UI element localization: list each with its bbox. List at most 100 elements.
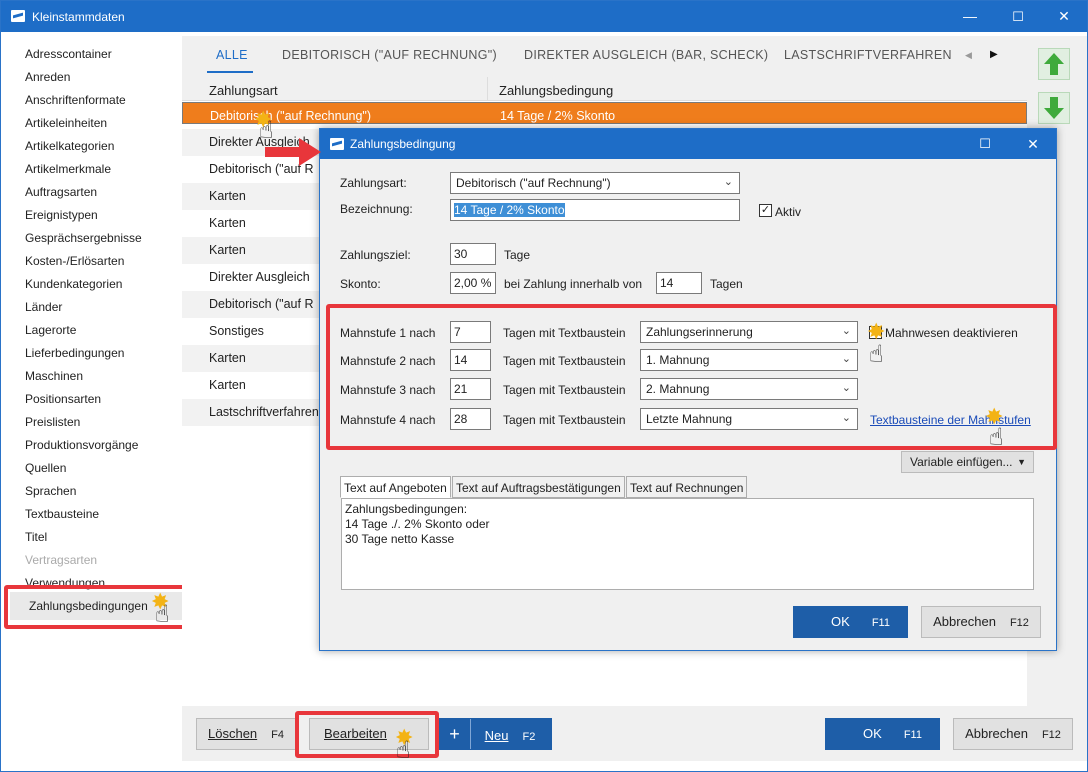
tab-text-angebote[interactable]: Text auf Angeboten: [340, 476, 451, 498]
sidebar-item[interactable]: Quellen: [25, 461, 66, 475]
sidebar-item[interactable]: Gesprächsergebnisse: [25, 231, 142, 245]
tab-scroll-left-icon[interactable]: ◀: [965, 50, 972, 61]
down-arrow-icon: [1044, 97, 1064, 119]
grid-header: Zahlungsart Zahlungsbedingung: [182, 77, 1027, 101]
ok-label: OK: [863, 726, 882, 741]
cancel-label: Abbrechen: [965, 726, 1028, 741]
zahlungsart-value: Debitorisch ("auf Rechnung"): [456, 176, 611, 190]
skonto-label: Skonto:: [340, 277, 381, 291]
up-arrow-icon: [1044, 53, 1064, 75]
tab-alle[interactable]: ALLE: [216, 48, 248, 62]
dialog-icon: [330, 138, 344, 150]
ok-button[interactable]: OK F11: [825, 718, 940, 750]
column-divider: [487, 77, 488, 101]
click-sparkle-icon: ✸: [867, 319, 886, 344]
tab-scroll-right-icon[interactable]: ▶: [990, 49, 998, 60]
cancel-button[interactable]: Abbrechen F12: [953, 718, 1073, 750]
bezeichnung-input[interactable]: 14 Tage / 2% Skonto: [450, 199, 740, 221]
sidebar-item[interactable]: Kundenkategorien: [25, 277, 122, 291]
skonto-days-input[interactable]: 14: [656, 272, 702, 294]
column-header-zahlungsart[interactable]: Zahlungsart: [209, 83, 278, 98]
variable-insert-button[interactable]: Variable einfügen... ▼: [901, 451, 1034, 473]
delete-button[interactable]: Löschen F4: [196, 718, 296, 750]
tab-lastschriftverfahren[interactable]: LASTSCHRIFTVERFAHREN: [784, 48, 952, 62]
sidebar-item[interactable]: Adresscontainer: [25, 47, 112, 61]
window-title: Kleinstammdaten: [32, 10, 125, 24]
zahlungsziel-input[interactable]: 30: [450, 243, 496, 265]
pointer-hand-icon: ☝: [396, 737, 411, 764]
new-button[interactable]: + Neu F2: [438, 718, 552, 750]
variable-insert-label: Variable einfügen...: [910, 455, 1013, 469]
text-editor[interactable]: Zahlungsbedingungen: 14 Tage ./. 2% Skon…: [341, 498, 1034, 590]
sidebar-item[interactable]: Sprachen: [25, 484, 76, 498]
title-bar: Kleinstammdaten — ☐ ✕: [1, 1, 1087, 32]
cell-zahlungsart: Debitorisch ("auf R: [209, 297, 314, 311]
cell-zahlungsart: Karten: [209, 189, 246, 203]
move-up-button[interactable]: [1038, 48, 1070, 80]
new-label: Neu: [484, 728, 509, 743]
dialog-cancel-label: Abbrechen: [933, 614, 996, 629]
minimize-button[interactable]: —: [947, 1, 993, 32]
cell-zahlungsart: Lastschriftverfahren: [209, 405, 319, 419]
pointer-hand-icon: ☝: [989, 424, 1004, 451]
sidebar-item[interactable]: Anreden: [25, 70, 70, 84]
skonto-input[interactable]: 2,00 %: [450, 272, 496, 294]
cell-zahlungsart: Debitorisch ("auf Rechnung"): [210, 109, 372, 123]
aktiv-label: Aktiv: [775, 205, 802, 219]
text-line: Zahlungsbedingungen:: [345, 502, 468, 516]
dialog-close-button[interactable]: ✕: [1010, 129, 1056, 159]
sidebar-item[interactable]: Ereignistypen: [25, 208, 98, 222]
sidebar-item[interactable]: Artikelmerkmale: [25, 162, 111, 176]
delete-key: F4: [271, 729, 284, 741]
tab-debitorisch[interactable]: DEBITORISCH ("AUF RECHNUNG"): [282, 48, 497, 62]
sidebar-item[interactable]: Artikelkategorien: [25, 139, 114, 153]
app-icon: [11, 10, 25, 22]
sidebar-item[interactable]: Lieferbedingungen: [25, 346, 124, 360]
active-tab-indicator: [207, 71, 253, 73]
tab-text-rechnungen[interactable]: Text auf Rechnungen: [626, 476, 748, 498]
sidebar-item[interactable]: Maschinen: [25, 369, 83, 383]
dialog-ok-label: OK: [831, 614, 850, 629]
column-header-zahlungsbedingung[interactable]: Zahlungsbedingung: [499, 83, 613, 98]
sidebar-item[interactable]: Kosten-/Erlösarten: [25, 254, 124, 268]
table-row[interactable]: Debitorisch ("auf Rechnung") 14 Tage / 2%…: [182, 102, 1027, 124]
skonto-text: bei Zahlung innerhalb von: [504, 277, 643, 291]
sidebar-item[interactable]: Textbausteine: [25, 507, 99, 521]
main-window: Kleinstammdaten — ☐ ✕ Adresscontainer Anr…: [0, 0, 1088, 772]
cell-zahlungsart: Karten: [209, 351, 246, 365]
dialog-cancel-button[interactable]: Abbrechen F12: [921, 606, 1041, 638]
sidebar-item[interactable]: Anschriftenformate: [25, 93, 126, 107]
sidebar-item[interactable]: Positionsarten: [25, 392, 101, 406]
zahlungsart-select[interactable]: Debitorisch ("auf Rechnung") ⌄: [450, 172, 740, 194]
maximize-button[interactable]: ☐: [995, 1, 1041, 32]
red-arrow-icon: [265, 138, 321, 166]
pointer-hand-icon: ☝: [259, 117, 274, 144]
highlight-frame-edit: [295, 711, 439, 758]
cell-zahlungsart: Sonstiges: [209, 324, 264, 338]
highlight-frame-mahnstufen: [326, 304, 1057, 450]
sidebar-item[interactable]: Vertragsarten: [25, 553, 97, 567]
pointer-hand-icon: ☝: [155, 601, 170, 628]
zahlungsziel-unit: Tage: [504, 248, 531, 262]
sidebar-item[interactable]: Lagerorte: [25, 323, 76, 337]
dialog-cancel-key: F12: [1009, 617, 1029, 629]
dialog-ok-button[interactable]: OK F11: [793, 606, 908, 638]
sidebar-item[interactable]: Länder: [25, 300, 62, 314]
sidebar-item[interactable]: Preislisten: [25, 415, 80, 429]
move-down-button[interactable]: [1038, 92, 1070, 124]
tab-direkter-ausgleich[interactable]: DIREKTER AUSGLEICH (BAR, SCHECK): [524, 48, 768, 62]
tab-text-auftragsbestaetigungen[interactable]: Text auf Auftragsbestätigungen: [452, 476, 625, 498]
dialog-maximize-button[interactable]: ☐: [962, 129, 1008, 159]
cell-zahlungsart: Karten: [209, 378, 246, 392]
sidebar-item[interactable]: Artikeleinheiten: [25, 116, 107, 130]
zahlungsart-label: Zahlungsart:: [340, 176, 407, 190]
dialog-title: Zahlungsbedingung: [350, 137, 456, 151]
sidebar-item[interactable]: Produktionsvorgänge: [25, 438, 138, 452]
cell-zahlungsart: Karten: [209, 243, 246, 257]
sidebar-item[interactable]: Titel: [25, 530, 47, 544]
bezeichnung-label: Bezeichnung:: [340, 202, 413, 216]
close-button[interactable]: ✕: [1041, 1, 1087, 32]
plus-icon: +: [439, 719, 471, 749]
sidebar-item[interactable]: Auftragsarten: [25, 185, 97, 199]
aktiv-checkbox[interactable]: ✓: [759, 204, 772, 217]
